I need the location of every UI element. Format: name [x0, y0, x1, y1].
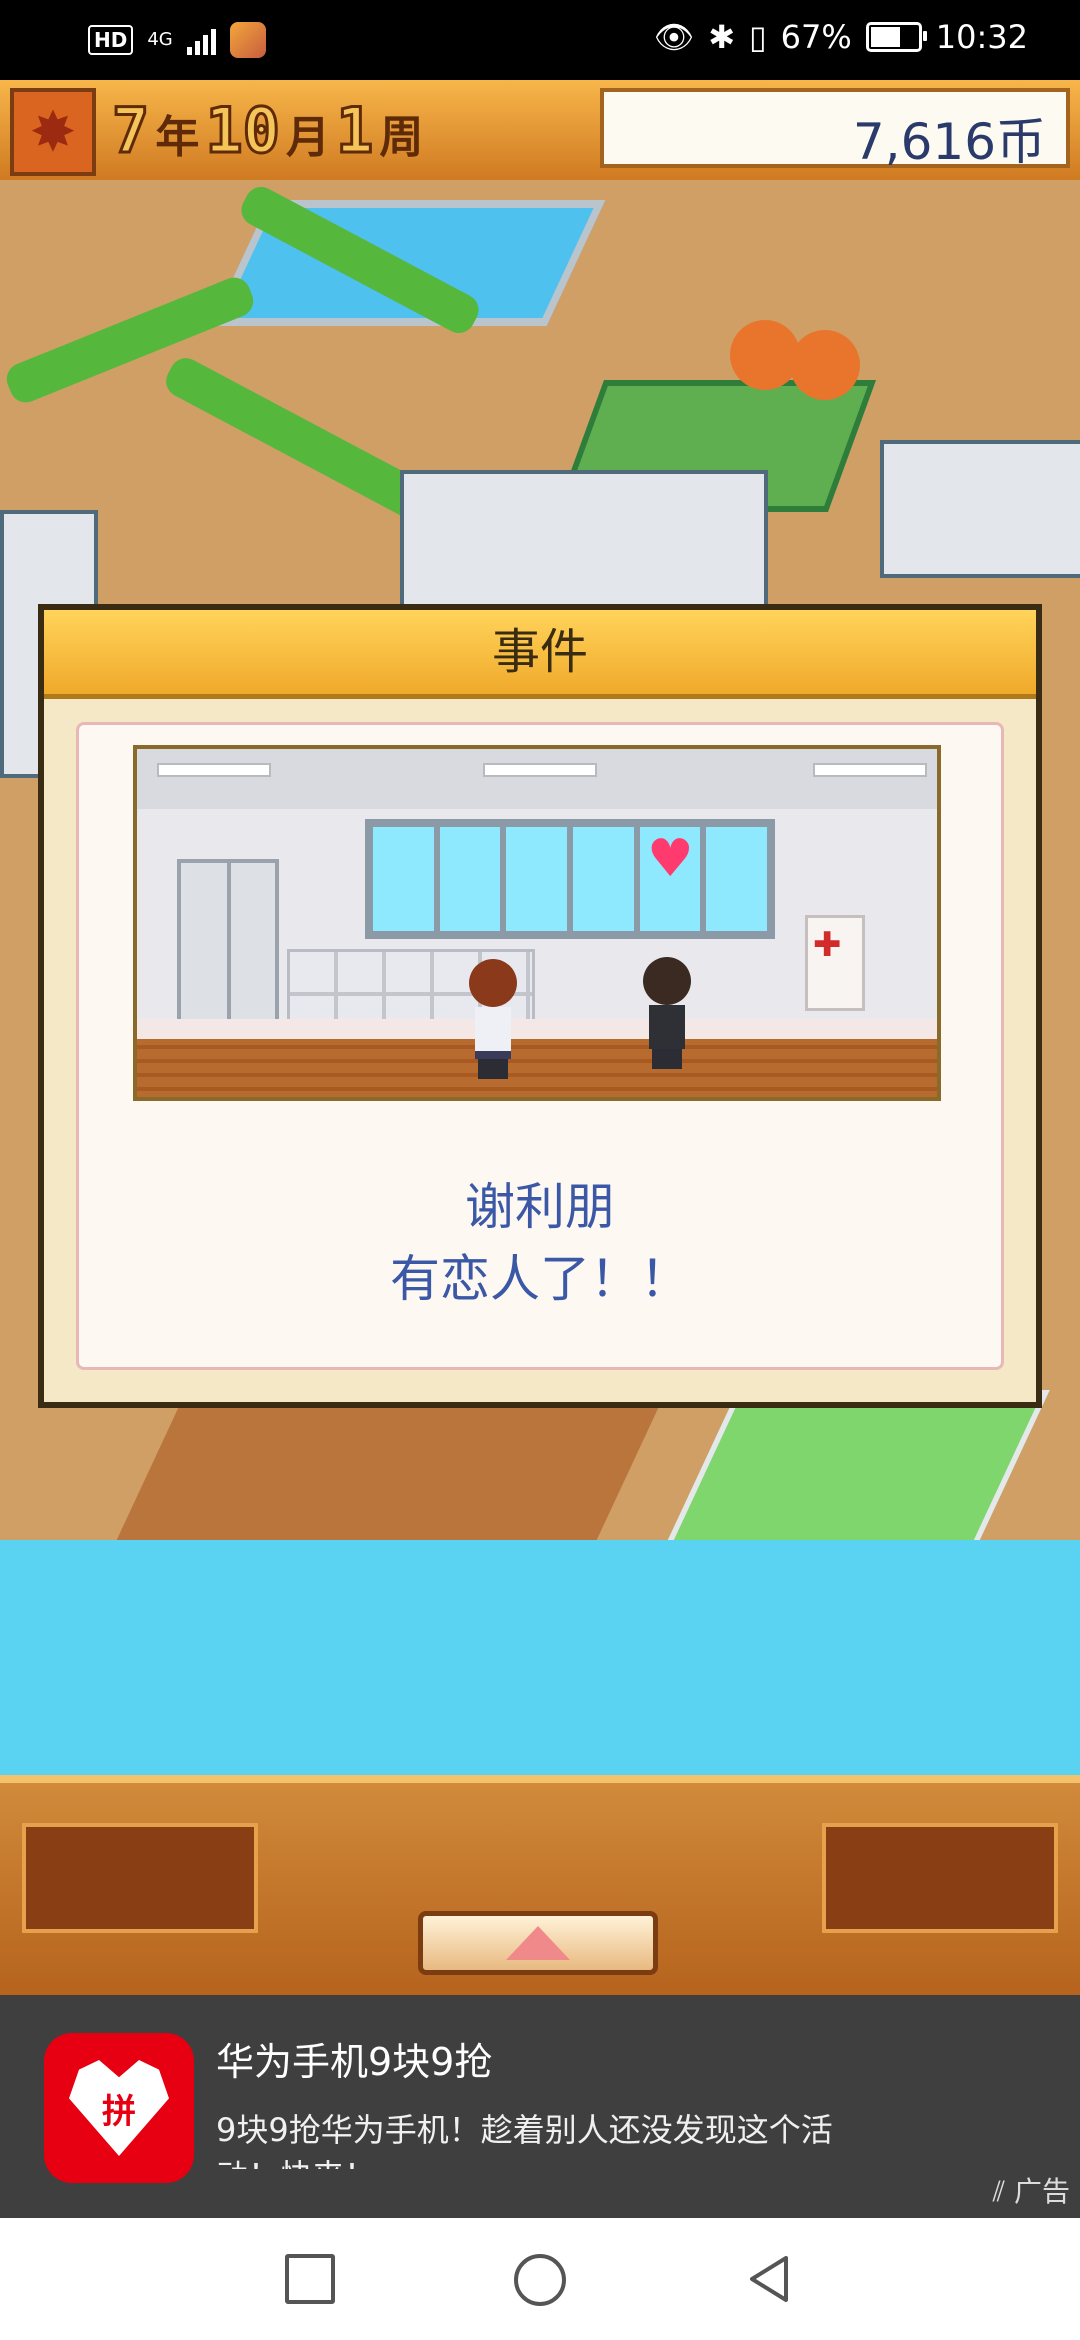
year-unit: 年: [155, 112, 200, 163]
signal-icon: [186, 25, 216, 55]
pinduoduo-logo-icon: 拼: [44, 2033, 194, 2183]
triangle-up-icon: [506, 1926, 570, 1960]
status-bar: HD 4G 👁 ✱ ▯ 67% 10:32: [0, 0, 1080, 80]
event-dialog[interactable]: 事件 ✚ ♥ 谢利朋 有恋人了！！: [38, 604, 1042, 1408]
left-menu-slot[interactable]: [22, 1823, 258, 1933]
vibrate-icon: ▯: [749, 18, 767, 56]
week-value: 1: [334, 93, 374, 169]
back-triangle-icon: [750, 2256, 788, 2302]
game-top-bar: ✸ 7 年 10 月 1 周 7,616币: [0, 80, 1080, 186]
eye-comfort-icon: 👁: [653, 18, 695, 56]
status-left: HD 4G: [88, 22, 266, 58]
status-right: 👁 ✱ ▯ 67% 10:32: [654, 18, 1028, 56]
month-value: 10: [204, 93, 282, 169]
week-unit: 周: [379, 112, 424, 163]
event-message: 谢利朋 有恋人了！！: [79, 1171, 1001, 1315]
river: [0, 1540, 1080, 1775]
hd-icon: HD: [88, 25, 134, 55]
year-value: 7: [110, 93, 150, 169]
month-unit: 月: [285, 112, 330, 163]
right-menu-slot[interactable]: [822, 1823, 1058, 1933]
battery-icon: [865, 22, 927, 52]
boy-student: [643, 957, 691, 1069]
bluetooth-icon: ✱: [708, 18, 736, 56]
ad-banner[interactable]: 拼 华为手机9块9抢 9块9抢华为手机！趁着别人还没发现这个活动！快来！ ⫽ 广…: [0, 1995, 1080, 2218]
home-button[interactable]: [514, 2254, 566, 2306]
classroom-building: [400, 470, 768, 608]
wooden-floor: [137, 1039, 937, 1097]
building: [880, 440, 1080, 578]
calendar-date: 7 年 10 月 1 周: [110, 93, 424, 169]
clock: 10:32: [935, 18, 1028, 56]
autumn-tree: [790, 330, 860, 400]
ad-mark-icon: ⫽: [992, 2175, 1014, 2208]
maple-leaf-icon: ✸: [10, 88, 96, 176]
courtyard-lawn: [662, 1390, 1050, 1552]
dialog-title: 事件: [44, 610, 1036, 699]
heart-icon: ♥: [647, 829, 694, 889]
money-value: 7,616币: [852, 113, 1046, 171]
ad-logo-heart: 拼: [69, 2060, 169, 2156]
ad-label: ⫽ 广告: [993, 2170, 1070, 2210]
event-description: 有恋人了！！: [390, 1250, 690, 1308]
autumn-tree: [730, 320, 800, 390]
locker: [177, 859, 279, 1035]
battery-percent: 67%: [780, 18, 852, 56]
back-button[interactable]: [744, 2254, 794, 2304]
first-aid-cross-icon: ✚: [813, 925, 842, 965]
ad-tag-text: 广告: [1013, 2175, 1070, 2208]
ceiling-light: [483, 763, 597, 777]
ad-title[interactable]: 华为手机9块9抢: [216, 2031, 492, 2086]
expand-menu-button[interactable]: [418, 1911, 658, 1975]
wall: [137, 1019, 937, 1039]
dialog-content: ✚ ♥ 谢利朋 有恋人了！！: [76, 722, 1004, 1370]
event-illustration: ✚ ♥: [133, 745, 941, 1101]
classroom-window: [365, 819, 775, 939]
ad-description[interactable]: 9块9抢华为手机！趁着别人还没发现这个活动！快来！: [216, 2107, 856, 2169]
game-control-bar: [0, 1775, 1080, 2003]
network-type: 4G: [147, 29, 173, 50]
ceiling-light: [157, 763, 271, 777]
girl-student: [469, 959, 517, 1079]
navigation-bar: [0, 2218, 1080, 2340]
event-student-name: 谢利朋: [465, 1178, 615, 1236]
ceiling-light: [813, 763, 927, 777]
money-display: 7,616币: [600, 88, 1070, 171]
app-icon: [229, 22, 266, 58]
recent-apps-button[interactable]: [285, 2254, 335, 2304]
ceiling: [137, 749, 937, 809]
